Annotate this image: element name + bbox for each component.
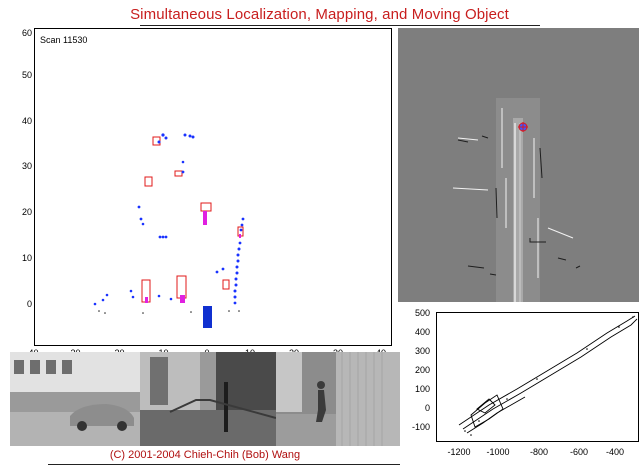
trajectory-y-tick-label: 100 xyxy=(414,384,430,394)
scan-plot xyxy=(34,28,392,346)
trajectory-canvas xyxy=(458,315,638,436)
copyright-text: (C) 2001-2004 Chieh-Chih (Bob) Wang xyxy=(109,449,301,461)
moving-object-box xyxy=(174,170,183,177)
moving-object-box xyxy=(176,275,187,299)
object-track xyxy=(145,297,148,303)
y-tick-label: 20 xyxy=(21,207,32,217)
scan-plot-canvas xyxy=(93,133,245,328)
trajectory-plot xyxy=(436,312,639,442)
y-tick-label: 10 xyxy=(21,253,32,263)
occupancy-map-canvas xyxy=(398,28,639,302)
y-tick-label: 0 xyxy=(26,299,32,309)
road-corridor xyxy=(496,98,540,302)
trajectory-y-tick-label: 0 xyxy=(424,403,430,413)
y-tick-label: 40 xyxy=(21,116,32,126)
trajectory-y-tick-label: 500 xyxy=(414,308,430,318)
trajectory-x-tick-label: -400 xyxy=(605,447,624,457)
y-tick-label: 30 xyxy=(21,161,32,171)
trajectory-y-tick-label: 400 xyxy=(414,327,430,337)
object-track xyxy=(180,295,185,303)
footer-divider xyxy=(48,464,400,465)
title-divider xyxy=(140,25,540,26)
moving-object-box xyxy=(222,279,230,290)
laser-points xyxy=(93,133,245,306)
occupancy-map-view xyxy=(398,28,639,302)
trajectory-x-tick-label: -800 xyxy=(529,447,548,457)
camera-image-center xyxy=(140,352,276,446)
object-track xyxy=(203,211,207,225)
trajectory-x-tick-label: -1200 xyxy=(447,447,471,457)
page-title: Simultaneous Localization, Mapping, and … xyxy=(130,6,509,23)
trajectory-y-tick-label: -100 xyxy=(411,422,430,432)
camera-image-left xyxy=(10,352,140,446)
trajectory-x-tick-label: -600 xyxy=(569,447,588,457)
y-tick-label: 60 xyxy=(21,28,32,38)
camera-image-right xyxy=(276,352,400,446)
laser-residue xyxy=(98,310,240,314)
scan-number-label: Scan 11530 xyxy=(40,35,88,45)
ego-vehicle xyxy=(203,306,212,328)
trajectory-y-tick-label: 200 xyxy=(414,365,430,375)
moving-object-boxes xyxy=(141,136,244,303)
trajectory-y-tick-label: 300 xyxy=(414,346,430,356)
trajectory-x-tick-label: -1000 xyxy=(486,447,510,457)
moving-object-box xyxy=(144,176,153,187)
y-tick-label: 50 xyxy=(21,70,32,80)
moving-object-box xyxy=(200,202,212,212)
object-track xyxy=(239,234,241,238)
